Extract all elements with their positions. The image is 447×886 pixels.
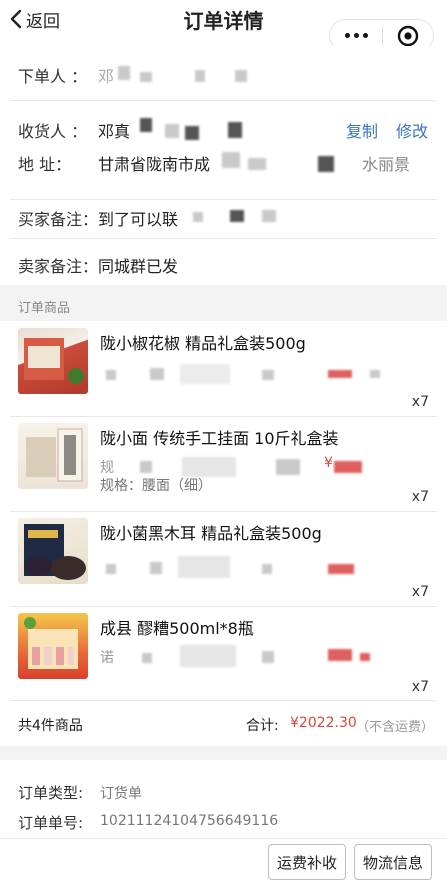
masked-text [235,70,247,82]
masked-text [118,66,130,80]
order-meta: 订单类型: 订货单 订单单号: 10211124104756649116 [0,760,447,840]
more-dot-icon [344,33,350,38]
masked-text [248,158,266,170]
product-name: 陇小菌黑木耳 精品礼盒装500g [100,524,322,543]
masked-text [370,370,380,378]
goods-item[interactable]: 成县 醪糟500ml*8瓶 诺 x7 [0,607,447,701]
buyer-note-label: 买家备注： [18,210,99,229]
masked-text [106,564,116,574]
orderer-label: 下单人 ： [18,67,88,86]
order-number-value: 10211124104756649116 [100,813,279,829]
edit-button[interactable]: 修改 [396,118,428,142]
seller-note-row: 卖家备注： 同城群已发 [0,239,447,285]
product-image [18,518,88,584]
total-amount: ¥2022.30 [290,715,357,731]
product-spec: 规格：腰面（细） [100,478,212,494]
masked-text [262,564,272,574]
goods-item[interactable]: 陇小面 传统手工挂面 10斤礼盒装 规 ¥ 规格：腰面（细） x7 [0,417,447,511]
masked-text [140,72,152,82]
more-dot-icon [362,33,368,38]
masked-text [165,124,179,138]
masked-text [262,210,276,222]
masked-text [193,212,203,222]
seller-note-label: 卖家备注： [18,257,99,276]
masked-text [180,364,230,384]
masked-price [360,653,370,661]
masked-price [328,370,352,378]
address-value: 甘肃省陇南市成 [98,155,211,174]
masked-text [178,556,230,578]
order-summary: 共4件商品 合计: ¥2022.30 （不含运费） [0,701,447,746]
product-quantity: x7 [411,394,429,410]
receiver-label: 收货人 ： [18,122,88,141]
shipping-note: （不含运费） [356,720,435,735]
goods-item[interactable]: 陇小菌黑木耳 精品礼盒装500g x7 [0,512,447,606]
masked-text [262,370,274,380]
masked-text [230,210,244,222]
masked-text [140,118,152,132]
masked-text [318,156,334,172]
order-number-label: 订单单号: [18,814,84,832]
total-label: 合计: [246,718,279,734]
masked-text [150,562,162,574]
masked-price [328,564,354,574]
logistics-info-button[interactable]: 物流信息 [354,844,432,880]
product-name: 陇小面 传统手工挂面 10斤礼盒装 [100,429,339,448]
masked-text [276,459,300,475]
target-circle-icon [397,25,419,46]
more-dot-icon [353,33,359,38]
masked-text [106,370,116,380]
masked-text [262,651,274,663]
product-quantity: x7 [411,584,429,600]
section-spacer [0,746,447,760]
freight-surcharge-button[interactable]: 运费补收 [268,844,346,880]
product-subtext-prefix: 规 [100,460,114,476]
product-image [18,423,88,489]
address-label: 地 址： [18,155,72,174]
seller-note-value: 同城群已发 [98,257,179,276]
product-quantity: x7 [411,679,429,695]
product-name: 成县 醪糟500ml*8瓶 [100,619,254,638]
product-quantity: x7 [411,489,429,505]
address-tail: 水丽景 [362,155,411,174]
more-menu-button[interactable] [330,33,382,38]
masked-text [228,122,242,138]
masked-text [195,70,205,82]
product-name: 陇小椒花椒 精品礼盒装500g [100,334,306,353]
masked-text [182,457,236,477]
masked-text [222,152,240,168]
masked-text [142,653,152,663]
orderer-value: 邓 [98,67,115,86]
close-miniprogram-button[interactable] [383,25,433,47]
product-price-symbol: ¥ [324,455,333,471]
masked-text [140,461,152,473]
masked-price [334,461,362,473]
goods-item[interactable]: 陇小椒花椒 精品礼盒装500g x7 [0,322,447,416]
receiver-name: 邓真 [98,122,131,141]
row-divider [0,838,447,839]
product-image [18,613,88,679]
buyer-note-row: 买家备注： 到了可以联 [0,200,447,238]
order-type-value: 订货单 [100,786,142,802]
goods-section-title: 订单商品 [18,301,71,316]
receiver-address-block: 收货人 ： 邓真 复制 修改 地 址： 甘肃省陇南市成 水丽景 [0,101,447,199]
masked-price [328,649,352,661]
product-image [18,328,88,394]
goods-section-header: 订单商品 [0,285,447,321]
copy-button[interactable]: 复制 [346,118,378,142]
masked-text [185,126,199,140]
orderer-row: 下单人 ： 邓 [0,46,447,100]
buyer-note-value: 到了可以联 [98,210,179,229]
order-type-label: 订单类型: [18,784,84,802]
goods-count: 共4件商品 [18,718,83,734]
masked-text [180,645,236,667]
masked-text [150,368,164,380]
product-subtext-prefix: 诺 [100,650,114,666]
